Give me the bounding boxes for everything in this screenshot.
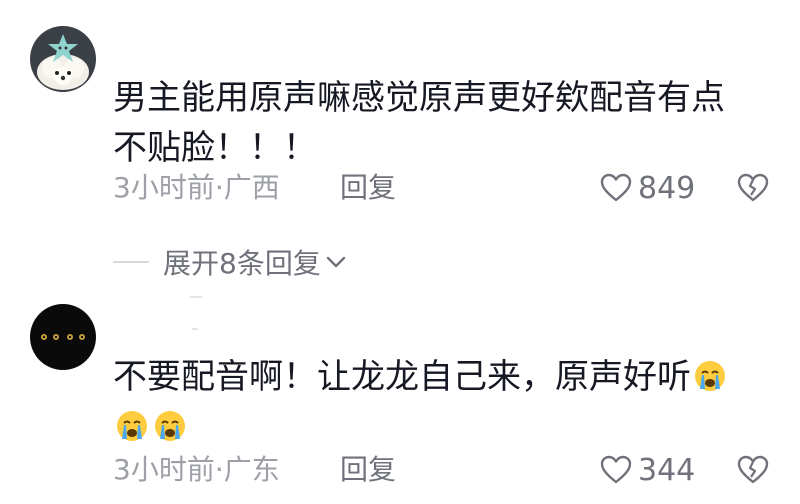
like-button[interactable]: 849 — [600, 170, 695, 206]
dislike-button[interactable] — [737, 452, 769, 488]
comment-text-line — [113, 402, 793, 452]
comment-meta: 3小时前·广东 — [113, 453, 280, 486]
black-cat-eyes-avatar-icon — [30, 304, 96, 370]
divider — [192, 328, 198, 330]
white-puppy-with-star-toy-avatar-icon — [30, 26, 96, 92]
crying-face-emoji-icon — [117, 411, 147, 441]
chevron-down-icon — [326, 256, 346, 268]
comment-item: 男主能用原声嘛感觉原声更好欸配音有点 不贴脸！！！ 3小时前·广西 回复 849 — [0, 0, 800, 244]
like-count: 344 — [638, 452, 696, 488]
expand-replies-button[interactable]: 展开8条回复 — [113, 244, 347, 280]
heart-icon — [600, 455, 632, 484]
comment-text-line: 男主能用原声嘛感觉原声更好欸配音有点 — [113, 78, 725, 118]
like-button[interactable]: 344 — [600, 452, 695, 488]
avatar[interactable] — [30, 304, 96, 370]
comment-text: 男主能用原声嘛感觉原声更好欸配音有点 不贴脸！！！ — [113, 73, 773, 173]
divider — [190, 296, 202, 298]
dislike-button[interactable] — [737, 170, 769, 206]
heart-icon — [600, 173, 632, 202]
comment-item: 不要配音啊！让龙龙自己来，原声好听 3小时前·广东 回复 344 — [0, 290, 800, 504]
comment-text-line: 不要配音啊！让龙龙自己来，原声好听 — [113, 352, 793, 402]
comment-text: 不要配音啊！让龙龙自己来，原声好听 — [113, 352, 793, 452]
comment-meta: 3小时前·广西 — [113, 171, 280, 204]
comment-text-content: 不要配音啊！让龙龙自己来，原声好听 — [113, 357, 691, 397]
broken-heart-icon — [737, 455, 769, 484]
divider — [113, 261, 149, 263]
avatar[interactable] — [30, 26, 96, 92]
crying-face-emoji-icon — [155, 411, 185, 441]
broken-heart-icon — [737, 173, 769, 202]
comment-text-line: 不贴脸！！！ — [113, 128, 317, 168]
expand-replies-label: 展开8条回复 — [163, 247, 321, 280]
crying-face-emoji-icon — [695, 361, 725, 391]
reply-button[interactable]: 回复 — [340, 170, 396, 206]
reply-button[interactable]: 回复 — [340, 452, 396, 488]
like-count: 849 — [638, 170, 696, 206]
